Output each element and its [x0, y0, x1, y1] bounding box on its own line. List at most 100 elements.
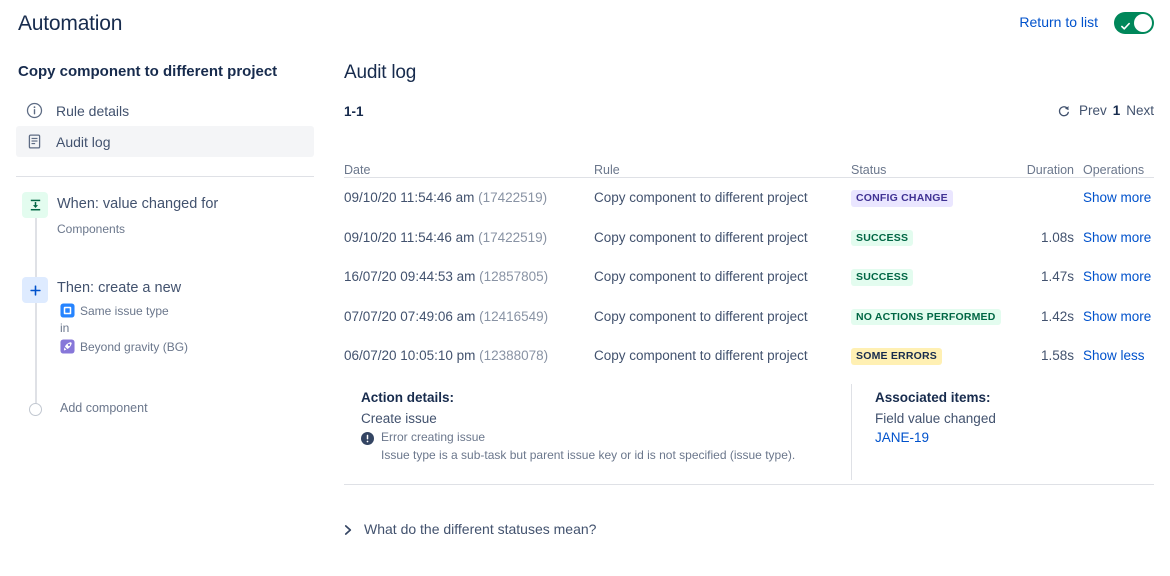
audit-log-title: Audit log [344, 62, 416, 84]
cell-operations: Show more [1078, 309, 1154, 324]
column-header-date: Date [344, 163, 594, 177]
chip-label: Beyond gravity (BG) [80, 340, 188, 354]
status-badge: SOME ERRORS [851, 348, 942, 365]
action-chip-in: in [60, 321, 69, 335]
cell-date: 09/10/20 11:54:46 am (17422519) [344, 230, 594, 245]
action-name: Create issue [361, 411, 851, 426]
document-log-icon [26, 133, 43, 150]
action-details-heading: Action details: [361, 390, 851, 405]
pager-prev[interactable]: Prev [1079, 103, 1107, 118]
sidebar-nav: Rule details Audit log [16, 95, 314, 157]
project-rocket-icon [60, 339, 75, 354]
rule-enabled-toggle[interactable] [1114, 12, 1154, 34]
column-header-operations: Operations [1078, 163, 1154, 177]
table-row: 09/10/20 11:54:46 am (17422519) Copy com… [344, 178, 1154, 218]
action-chip-issue-type: Same issue type [60, 303, 169, 318]
status-badge: SUCCESS [851, 230, 913, 247]
error-filled-icon [361, 432, 374, 445]
check-icon [1121, 18, 1130, 27]
cell-date: 06/07/20 10:05:10 pm (12388078) [344, 348, 594, 363]
add-component-button[interactable]: Add component [60, 401, 148, 415]
plus-icon [22, 277, 48, 303]
show-more-link[interactable]: Show more [1083, 230, 1151, 245]
chevron-right-icon [344, 523, 353, 535]
left-sidebar: Automation Copy component to different p… [0, 0, 330, 576]
execution-id: (12416549) [479, 309, 548, 324]
faq-label: What do the different statuses mean? [364, 521, 596, 537]
show-more-link[interactable]: Show more [1083, 190, 1151, 205]
date-text: 09/10/20 11:54:46 am [344, 190, 474, 205]
refresh-icon[interactable] [1057, 104, 1071, 118]
action-details-section: Action details: Create issue Error creat… [344, 390, 851, 462]
cell-status: SUCCESS [851, 268, 1006, 286]
error-title: Error creating issue [381, 430, 485, 444]
table-row: 16/07/20 09:44:53 am (12857805) Copy com… [344, 257, 1154, 297]
error-row: Error creating issue [361, 430, 851, 445]
statuses-faq-toggle[interactable]: What do the different statuses mean? [344, 521, 596, 537]
rule-tree-action-node[interactable]: Then: create a new Same issue type in [0, 273, 330, 373]
sidebar-item-rule-details[interactable]: Rule details [16, 95, 314, 126]
associated-issue-link[interactable]: JANE-19 [875, 430, 996, 445]
rule-name-heading: Copy component to different project [18, 63, 277, 80]
chip-label: Same issue type [80, 304, 169, 318]
chip-label: in [60, 321, 69, 335]
execution-id: (17422519) [478, 190, 547, 205]
table-row: 09/10/20 11:54:46 am (17422519) Copy com… [344, 218, 1154, 258]
sidebar-divider [16, 176, 314, 177]
toggle-knob [1134, 14, 1152, 32]
cell-duration: 1.42s [1006, 309, 1078, 324]
cell-duration: 1.08s [1006, 230, 1078, 245]
cell-status: SOME ERRORS [851, 347, 1006, 365]
cell-operations: Show less [1078, 348, 1154, 363]
cell-status: NO ACTIONS PERFORMED [851, 308, 1006, 326]
trigger-title: When: value changed for [57, 196, 218, 212]
execution-id: (12857805) [479, 269, 548, 284]
show-more-link[interactable]: Show more [1083, 309, 1151, 324]
cell-status: SUCCESS [851, 229, 1006, 247]
detail-vertical-divider [851, 384, 852, 480]
date-text: 16/07/20 09:44:53 am [344, 269, 475, 284]
sidebar-item-audit-log[interactable]: Audit log [16, 126, 314, 157]
show-less-link[interactable]: Show less [1083, 348, 1145, 363]
table-row: 07/07/20 07:49:06 am (12416549) Copy com… [344, 297, 1154, 337]
associated-items-heading: Associated items: [875, 390, 996, 405]
status-badge: SUCCESS [851, 269, 913, 286]
sidebar-item-label: Audit log [56, 134, 110, 150]
info-circle-icon [26, 102, 43, 119]
execution-id: (17422519) [478, 230, 547, 245]
cell-rule: Copy component to different project [594, 230, 851, 245]
execution-detail-panel: Action details: Create issue Error creat… [344, 376, 1154, 485]
status-badge: CONFIG CHANGE [851, 190, 953, 207]
cell-rule: Copy component to different project [594, 269, 851, 284]
rule-tree-trigger-node[interactable]: When: value changed for Components [0, 188, 330, 248]
issue-type-icon [60, 303, 75, 318]
date-text: 06/07/20 10:05:10 pm [344, 348, 475, 363]
automation-audit-log-page: Automation Copy component to different p… [0, 0, 1170, 576]
page-title: Automation [18, 12, 122, 36]
main-content: Return to list Audit log 1-1 Prev 1 Next [330, 0, 1170, 576]
column-header-rule: Rule [594, 163, 851, 177]
associated-items-text: Field value changed [875, 411, 996, 426]
return-to-list-link[interactable]: Return to list [1019, 14, 1098, 30]
associated-items-section: Associated items: Field value changed JA… [851, 390, 996, 462]
error-message: Issue type is a sub-task but parent issu… [381, 448, 851, 462]
result-count: 1-1 [344, 104, 364, 119]
table-row: 06/07/20 10:05:10 pm (12388078) Copy com… [344, 336, 1154, 376]
cell-status: CONFIG CHANGE [851, 189, 1006, 207]
show-more-link[interactable]: Show more [1083, 269, 1151, 284]
sidebar-item-label: Rule details [56, 103, 129, 119]
audit-log-table: Date Rule Status Duration Operations 09/… [344, 152, 1154, 485]
trigger-import-icon [22, 192, 48, 218]
pagination: Prev 1 Next [1057, 103, 1154, 118]
cell-operations: Show more [1078, 190, 1154, 205]
cell-rule: Copy component to different project [594, 309, 851, 324]
cell-rule: Copy component to different project [594, 190, 851, 205]
cell-date: 09/10/20 11:54:46 am (17422519) [344, 190, 594, 205]
status-badge: NO ACTIONS PERFORMED [851, 309, 1001, 326]
pager-next[interactable]: Next [1126, 103, 1154, 118]
cell-operations: Show more [1078, 230, 1154, 245]
trigger-subtitle: Components [57, 222, 125, 236]
cell-rule: Copy component to different project [594, 348, 851, 363]
pager-current-page[interactable]: 1 [1113, 103, 1121, 118]
date-text: 07/07/20 07:49:06 am [344, 309, 475, 324]
